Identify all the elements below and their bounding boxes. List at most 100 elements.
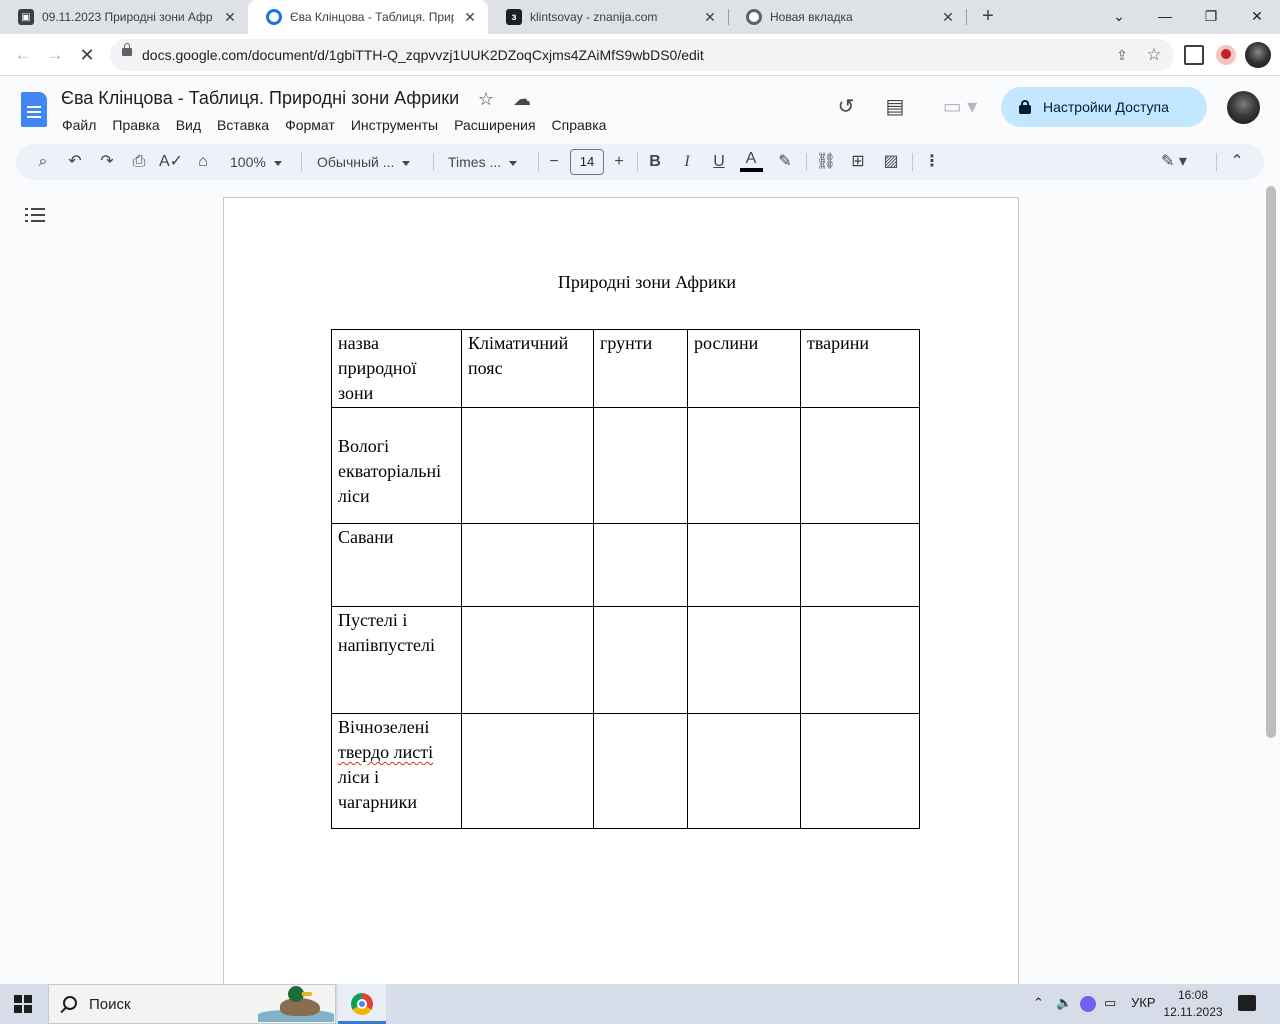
- show-hidden-icons-chevron-up-icon[interactable]: ⌃: [1033, 995, 1044, 1011]
- notifications-icon[interactable]: [1238, 995, 1256, 1011]
- browser-tab-1[interactable]: ▣ 09.11.2023 Природні зони Афр ✕: [0, 0, 248, 34]
- table-cell[interactable]: [800, 713, 920, 829]
- profile-avatar[interactable]: [1245, 42, 1271, 68]
- address-bar[interactable]: docs.google.com/document/d/1gbiTTH-Q_zqp…: [110, 39, 1174, 71]
- bold-icon[interactable]: B: [642, 149, 668, 175]
- close-window-icon[interactable]: ✕: [1234, 0, 1280, 34]
- increase-font-size-icon[interactable]: +: [607, 149, 631, 175]
- add-comment-icon[interactable]: ⊞: [845, 149, 871, 175]
- stop-loading-icon[interactable]: ✕: [74, 42, 100, 68]
- input-language[interactable]: УКР: [1131, 995, 1156, 1010]
- viber-icon[interactable]: [1080, 996, 1096, 1012]
- underline-icon[interactable]: U: [706, 149, 732, 175]
- menu-help[interactable]: Справка: [544, 114, 615, 136]
- hide-menus-chevron-up-icon[interactable]: ⌃: [1224, 149, 1250, 175]
- editing-mode-icon[interactable]: ✎ ▾: [1152, 149, 1196, 175]
- vertical-scrollbar[interactable]: [1266, 186, 1276, 738]
- font-dropdown[interactable]: Times ...: [448, 149, 518, 175]
- meet-video-icon[interactable]: ▭ ▾: [937, 94, 983, 120]
- share-button[interactable]: Настройки Доступа: [1001, 87, 1207, 127]
- table-header-cell[interactable]: грунти: [593, 329, 688, 408]
- more-options-icon[interactable]: ⋮: [919, 149, 945, 175]
- document-outline-icon[interactable]: [25, 205, 45, 225]
- table-header-cell[interactable]: тварини: [800, 329, 920, 408]
- table-cell[interactable]: [800, 407, 920, 524]
- zoom-dropdown[interactable]: 100%: [230, 149, 282, 175]
- table-cell[interactable]: [593, 606, 688, 714]
- windows-start-icon[interactable]: [14, 995, 32, 1013]
- bookmark-star-icon[interactable]: ☆: [1144, 45, 1164, 65]
- italic-icon[interactable]: I: [674, 149, 700, 175]
- forward-icon[interactable]: →: [42, 42, 68, 68]
- lock-icon[interactable]: [122, 43, 132, 56]
- zone-name-cell[interactable]: Савани: [331, 523, 462, 607]
- browser-tab-3[interactable]: з klintsovay - znanija.com ✕: [488, 0, 728, 34]
- search-menus-icon[interactable]: ⌕: [30, 149, 56, 175]
- paragraph-style-dropdown[interactable]: Обычный ...: [317, 149, 411, 175]
- spelling-error-underline[interactable]: твердо листі: [338, 742, 433, 762]
- table-cell[interactable]: [461, 523, 594, 607]
- table-cell[interactable]: [461, 606, 594, 714]
- zone-name-cell[interactable]: Вічнозелені твердо листі ліси і чагарник…: [331, 713, 462, 829]
- zone-name-cell[interactable]: Пустелі і напівпустелі: [331, 606, 462, 714]
- table-cell[interactable]: [461, 407, 594, 524]
- menu-view[interactable]: Вид: [168, 114, 209, 136]
- zone-name-cell[interactable]: Вологі екваторіальні ліси: [331, 407, 462, 524]
- star-icon[interactable]: ☆: [475, 88, 497, 110]
- extension-icon[interactable]: [1216, 45, 1236, 65]
- table-header-cell[interactable]: рослини: [687, 329, 801, 408]
- table-cell[interactable]: [800, 523, 920, 607]
- redo-icon[interactable]: ↷: [94, 149, 120, 175]
- browser-tab-2[interactable]: Єва Клінцова - Таблиця. Приро ✕: [248, 0, 488, 34]
- taskbar-chrome-app[interactable]: [338, 984, 386, 1024]
- table-header-cell[interactable]: Кліматичний пояс: [461, 329, 594, 408]
- browser-tab-4[interactable]: Новая вкладка ✕: [728, 0, 966, 34]
- table-cell[interactable]: [687, 523, 801, 607]
- account-avatar[interactable]: [1227, 91, 1260, 124]
- restore-icon[interactable]: ❐: [1188, 0, 1234, 34]
- menu-insert[interactable]: Вставка: [209, 114, 277, 136]
- table-cell[interactable]: [593, 523, 688, 607]
- print-icon[interactable]: ⎙: [126, 149, 152, 175]
- close-tab-icon[interactable]: ✕: [222, 9, 238, 26]
- table-cell[interactable]: [687, 606, 801, 714]
- insert-image-icon[interactable]: ▨: [878, 149, 904, 175]
- new-tab-icon[interactable]: +: [976, 5, 1000, 29]
- table-cell[interactable]: [593, 407, 688, 524]
- comments-icon[interactable]: ▤: [882, 94, 908, 120]
- table-cell[interactable]: [800, 606, 920, 714]
- docs-logo-icon[interactable]: [21, 92, 47, 127]
- decrease-font-size-icon[interactable]: −: [542, 149, 566, 175]
- document-page[interactable]: Природні зони Африки назва природної зон…: [223, 197, 1019, 987]
- zones-table[interactable]: назва природної зони Кліматичний пояс гр…: [331, 329, 920, 829]
- close-tab-icon[interactable]: ✕: [702, 9, 718, 26]
- menu-edit[interactable]: Правка: [104, 114, 167, 136]
- highlight-icon[interactable]: ✎: [772, 149, 798, 175]
- menu-file[interactable]: Файл: [54, 114, 104, 136]
- menu-extensions[interactable]: Расширения: [446, 114, 543, 136]
- cloud-status-icon[interactable]: ☁: [511, 88, 533, 110]
- undo-icon[interactable]: ↶: [62, 149, 88, 175]
- document-heading[interactable]: Природні зони Африки: [224, 272, 1018, 293]
- close-tab-icon[interactable]: ✕: [940, 9, 956, 26]
- paint-format-icon[interactable]: ⌂: [190, 149, 216, 175]
- table-cell[interactable]: [461, 713, 594, 829]
- menu-format[interactable]: Формат: [277, 114, 343, 136]
- close-tab-icon[interactable]: ✕: [462, 9, 478, 26]
- search-highlight-duck-image[interactable]: [258, 986, 334, 1022]
- volume-icon[interactable]: 🔈: [1056, 995, 1072, 1011]
- back-icon[interactable]: ←: [10, 42, 36, 68]
- minimize-icon[interactable]: —: [1142, 0, 1188, 34]
- version-history-icon[interactable]: ↺: [833, 94, 859, 120]
- url-text[interactable]: docs.google.com/document/d/1gbiTTH-Q_zqp…: [142, 47, 704, 63]
- font-size-input[interactable]: 14: [570, 149, 604, 175]
- spellcheck-icon[interactable]: A✓: [158, 149, 184, 175]
- network-icon[interactable]: ▭: [1104, 995, 1116, 1011]
- share-page-icon[interactable]: ⇪: [1112, 45, 1132, 65]
- sidepanel-icon[interactable]: [1184, 45, 1204, 65]
- table-cell[interactable]: [687, 713, 801, 829]
- tab-search-icon[interactable]: ⌄: [1096, 0, 1142, 34]
- table-cell[interactable]: [593, 713, 688, 829]
- table-header-cell[interactable]: назва природної зони: [331, 329, 462, 408]
- menu-tools[interactable]: Инструменты: [343, 114, 446, 136]
